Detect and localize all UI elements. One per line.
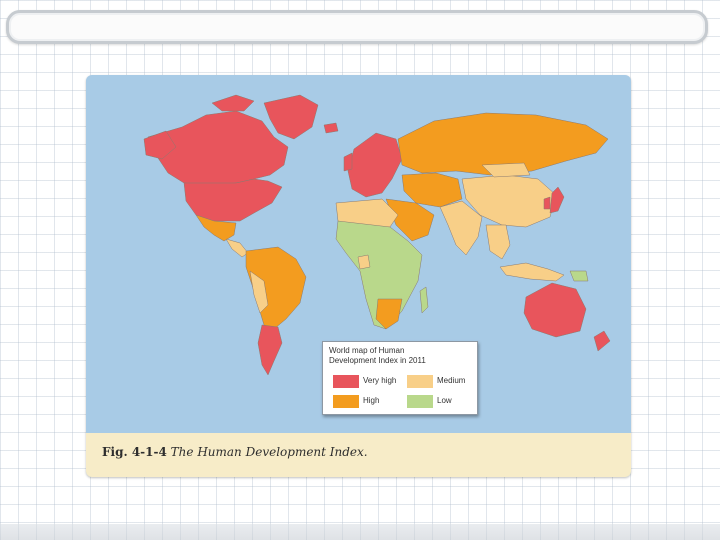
- legend-label-medium: Medium: [437, 376, 466, 385]
- central-asia: [401, 172, 463, 208]
- legend-label-low: Low: [437, 396, 452, 405]
- map-legend: World map of Human Development Index in …: [322, 341, 478, 415]
- bottom-strip: [0, 524, 720, 540]
- figure-caption: Fig. 4-1-4 The Human Development Index.: [102, 445, 368, 459]
- hdi-map-figure: World map of Human Development Index in …: [86, 75, 631, 477]
- papua-new-guinea: [569, 270, 589, 282]
- iceland: [323, 122, 339, 134]
- usa: [183, 178, 283, 222]
- legend-swatch-medium: [407, 375, 433, 388]
- caption-band: Fig. 4-1-4 The Human Development Index.: [86, 433, 631, 477]
- caption-text: The Human Development Index.: [170, 445, 368, 459]
- indonesia: [499, 262, 565, 282]
- title-bar: [6, 10, 708, 44]
- legend-label-very-high: Very high: [363, 376, 397, 385]
- korea: [543, 196, 551, 210]
- legend-item-high: High: [333, 395, 403, 408]
- legend-swatch-high: [333, 395, 359, 408]
- central-america: [225, 238, 249, 258]
- japan: [549, 186, 565, 214]
- legend-swatch-very-high: [333, 375, 359, 388]
- europe: [347, 132, 403, 198]
- legend-item-very-high: Very high: [333, 375, 403, 388]
- legend-title: World map of Human Development Index in …: [329, 346, 426, 365]
- gabon: [357, 254, 371, 270]
- new-zealand: [593, 330, 611, 352]
- caption-label: Fig. 4-1-4: [102, 445, 167, 459]
- canada-islands: [211, 94, 255, 112]
- legend-swatch-low: [407, 395, 433, 408]
- southeast-asia: [485, 224, 511, 260]
- uk: [343, 152, 353, 172]
- madagascar: [419, 286, 429, 314]
- australia: [523, 282, 587, 338]
- legend-item-low: Low: [407, 395, 477, 408]
- legend-item-medium: Medium: [407, 375, 477, 388]
- legend-label-high: High: [363, 396, 380, 405]
- greenland: [263, 94, 319, 140]
- southern-cone: [257, 324, 283, 376]
